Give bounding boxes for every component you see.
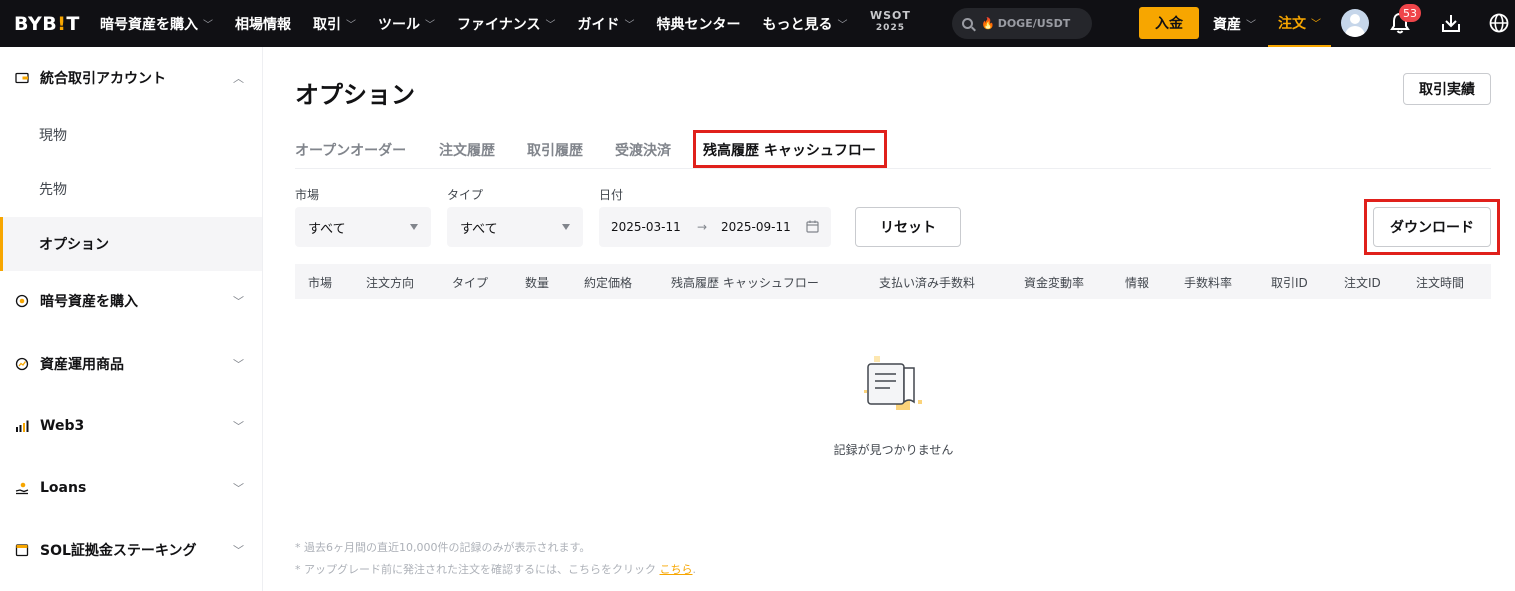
column-header: 情報 (1125, 276, 1150, 290)
empty-records-icon (864, 356, 922, 410)
calendar-icon (15, 544, 29, 557)
footnote-legacy-orders: * アップグレード前に発注された注文を確認するには、こちらをクリック こちら. (295, 563, 696, 576)
chevron-down-icon: ﹀ (203, 20, 213, 31)
chevron-down-icon: ﹀ (1246, 20, 1256, 31)
orders-menu[interactable]: 注文 ﹀ (1268, 0, 1331, 47)
sidebar-group-loans[interactable]: Loans ﹀ (0, 461, 262, 515)
chevron-down-icon: ﹀ (425, 20, 435, 31)
reset-button[interactable]: リセット (855, 207, 961, 247)
date-range-picker[interactable]: 2025-03-11 → 2025-09-11 (599, 207, 831, 247)
market-filter-label: 市場 (295, 188, 320, 202)
column-header: 手数料率 (1184, 276, 1233, 290)
chevron-up-icon: ︿ (233, 72, 244, 85)
sidebar-group-sol-staking[interactable]: SOL証拠金ステーキング ﹀ (0, 523, 262, 577)
tab-order-history[interactable]: 注文履歴 (439, 140, 495, 160)
nav-item-finance[interactable]: ファイナンス ﹀ (457, 14, 555, 34)
assets-menu[interactable]: 資産 ﹀ (1213, 0, 1256, 47)
column-header: 注文方向 (366, 276, 415, 290)
chevron-down-icon: ﹀ (346, 20, 356, 31)
sidebar: 統合取引アカウント ︿ 現物 先物 オプション 暗号資産を購入 ﹀ 資産運用商品… (0, 47, 263, 591)
nav-menu: 暗号資産を購入 ﹀ 相場情報 取引 ﹀ ツール ﹀ ファイナンス ﹀ ガイド ﹀ 特典セン… (100, 0, 869, 47)
column-header: 支払い済み手数料 (879, 276, 976, 290)
trade-history-button[interactable]: 取引実績 (1403, 73, 1491, 105)
download-app-icon[interactable] (1440, 12, 1462, 34)
sidebar-group-unified-account[interactable]: 統合取引アカウント ︿ (0, 51, 262, 105)
footnote-records-limit: * 過去6ヶ月間の直近10,000件の記録のみが表示されます。 (295, 541, 591, 554)
tab-delivery[interactable]: 受渡決済 (615, 140, 671, 160)
chart-coin-icon (15, 357, 29, 371)
page-title: オプション (295, 81, 415, 109)
calendar-icon[interactable] (806, 220, 819, 233)
market-select[interactable]: すべて (295, 207, 431, 247)
column-header: 資金変動率 (1024, 276, 1085, 290)
column-header: 取引ID (1271, 276, 1308, 290)
wallet-icon (15, 72, 29, 84)
chevron-down-icon: ﹀ (624, 20, 635, 31)
deposit-button[interactable]: 入金 (1139, 7, 1199, 39)
nav-item-more[interactable]: もっと見る ﹀ (762, 14, 847, 34)
tab-trade-history[interactable]: 取引履歴 (527, 140, 583, 160)
date-to[interactable]: 2025-09-11 (721, 220, 791, 234)
avatar[interactable] (1341, 9, 1369, 37)
nav-item-markets[interactable]: 相場情報 (235, 14, 291, 34)
chevron-down-icon: ﹀ (545, 20, 556, 31)
type-filter-label: タイプ (447, 188, 484, 202)
wsot-logo[interactable]: WSOT 2025 (870, 10, 911, 34)
flame-icon: 🔥 (981, 17, 995, 30)
chevron-down-icon: ﹀ (1311, 19, 1321, 30)
tab-open-orders[interactable]: オープンオーダー (295, 140, 406, 160)
date-from[interactable]: 2025-03-11 (611, 220, 681, 234)
table-header: 市場 注文方向 タイプ 数量 約定価格 残高履歴 キャッシュフロー 支払い済み手… (295, 264, 1491, 299)
sidebar-item-options[interactable]: オプション (0, 217, 262, 271)
globe-icon[interactable] (1488, 12, 1510, 34)
search-icon (962, 18, 973, 29)
search-input[interactable]: 🔥 DOGE/USDT (952, 8, 1092, 39)
nav-item-rewards[interactable]: 特典センター (656, 14, 740, 34)
top-navigation-bar: BYB!T 暗号資産を購入 ﹀ 相場情報 取引 ﹀ ツール ﹀ ファイナンス ﹀ ガイド… (0, 0, 1515, 47)
nav-item-trade[interactable]: 取引 ﹀ (313, 14, 356, 34)
notification-badge: 53 (1399, 4, 1421, 22)
column-header: 数量 (525, 276, 550, 290)
caret-down-icon (562, 224, 570, 230)
chevron-down-icon: ﹀ (233, 482, 244, 495)
chevron-down-icon: ﹀ (233, 420, 244, 433)
column-header: 市場 (308, 276, 333, 290)
highlight-box (1364, 199, 1500, 255)
legacy-orders-link[interactable]: こちら (660, 563, 693, 576)
highlight-box (693, 130, 887, 168)
column-header: 注文ID (1344, 276, 1381, 290)
sidebar-item-futures[interactable]: 先物 (0, 162, 262, 216)
column-header: 注文時間 (1416, 276, 1465, 290)
nav-item-buy-crypto[interactable]: 暗号資産を購入 ﹀ (100, 14, 213, 34)
chevron-down-icon: ﹀ (233, 295, 244, 308)
sidebar-item-spot[interactable]: 現物 (0, 108, 262, 162)
column-header: 約定価格 (584, 276, 633, 290)
bars-icon (16, 420, 29, 432)
chevron-down-icon: ﹀ (837, 20, 848, 31)
column-header: 残高履歴 キャッシュフロー (671, 276, 819, 290)
nav-item-tools[interactable]: ツール ﹀ (378, 14, 435, 34)
nav-item-guide[interactable]: ガイド ﹀ (577, 14, 634, 34)
chevron-down-icon: ﹀ (233, 544, 244, 557)
sidebar-group-earn[interactable]: 資産運用商品 ﹀ (0, 337, 262, 391)
sidebar-group-buy-crypto[interactable]: 暗号資産を購入 ﹀ (0, 274, 262, 328)
coin-icon (15, 294, 29, 308)
column-header: タイプ (452, 276, 489, 290)
arrow-right-icon: → (697, 220, 708, 234)
chevron-down-icon: ﹀ (233, 358, 244, 371)
empty-state-text: 記録が見つかりません (833, 443, 954, 457)
hand-coin-icon (15, 482, 29, 495)
bybit-logo[interactable]: BYB!T (14, 13, 80, 35)
date-filter-label: 日付 (599, 188, 624, 202)
tab-bar: オープンオーダー 注文履歴 取引履歴 受渡決済 残高履歴 キャッシュフロー (295, 132, 1491, 169)
caret-down-icon (410, 224, 418, 230)
type-select[interactable]: すべて (447, 207, 583, 247)
